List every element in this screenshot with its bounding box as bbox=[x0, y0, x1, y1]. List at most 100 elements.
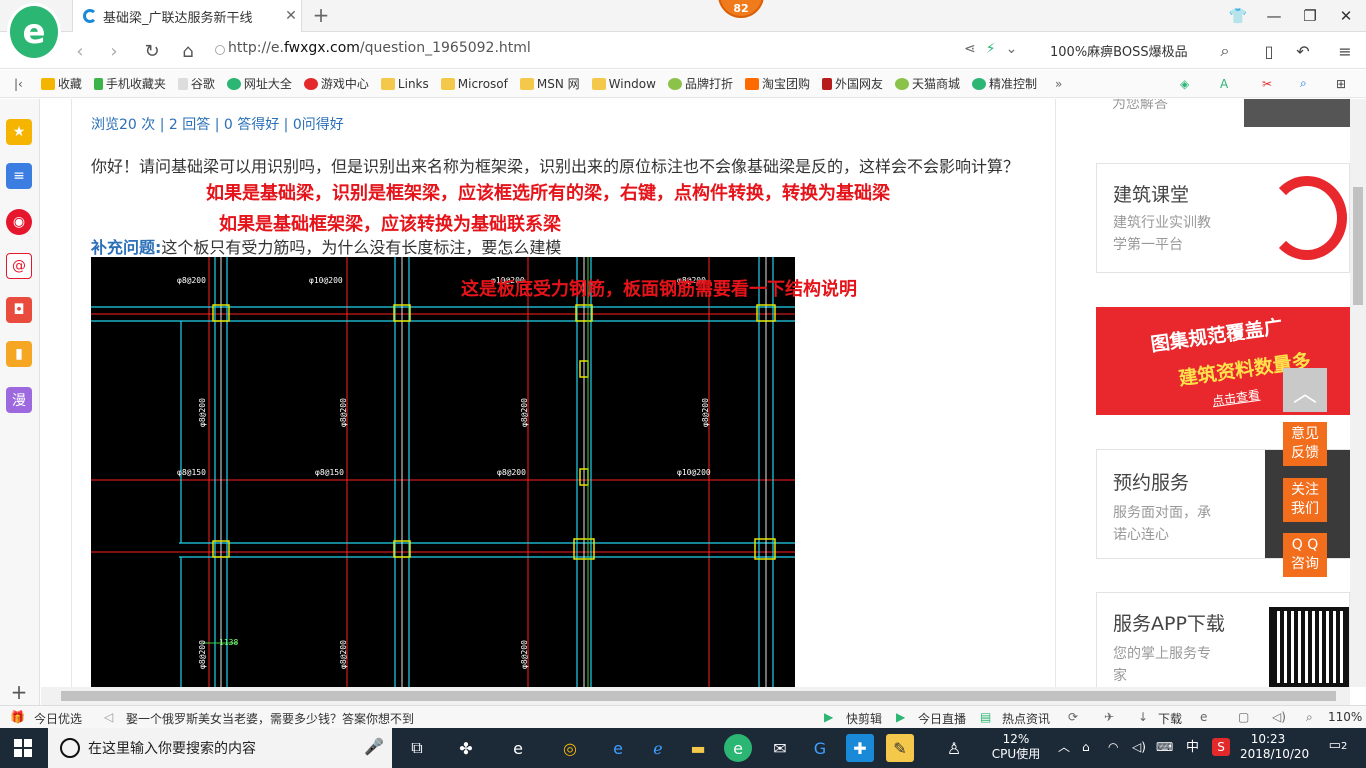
horizontal-scrollbar[interactable] bbox=[41, 687, 1350, 705]
book-icon[interactable]: ▮ bbox=[6, 341, 32, 367]
active-browser-icon[interactable]: e bbox=[724, 734, 752, 762]
mail-icon[interactable]: @ bbox=[6, 253, 32, 279]
quick-cut[interactable]: 快剪辑 bbox=[846, 710, 882, 727]
ime-indicator[interactable]: 中 bbox=[1186, 740, 1199, 755]
taskbar-search[interactable]: 在这里输入你要搜索的内容 🎤 bbox=[48, 728, 392, 768]
clock[interactable]: 10:23 2018/10/20 bbox=[1240, 732, 1309, 762]
zoom-icon[interactable]: ⌕ bbox=[1306, 710, 1313, 725]
qq-consult-button[interactable]: Q Q 咨询 bbox=[1283, 533, 1327, 577]
question-stats[interactable]: 浏览20 次 | 2 回答 | 0 答得好 | 0问得好 bbox=[91, 114, 344, 134]
feedback-button[interactable]: 意见 反馈 bbox=[1283, 422, 1327, 466]
vertical-scrollbar[interactable] bbox=[1350, 99, 1366, 687]
bookmark-taobao[interactable]: 淘宝团购 bbox=[744, 75, 810, 92]
glodon-app-icon[interactable]: G bbox=[806, 734, 834, 762]
card-building-class[interactable]: 建筑课堂 建筑行业实训教 学第一平台 bbox=[1096, 163, 1350, 273]
bookmark-brand-sale[interactable]: 品牌打折 bbox=[667, 75, 733, 92]
today-picks[interactable]: 今日优选 bbox=[34, 710, 82, 727]
tab-active[interactable]: 基础梁_广联达服务新干线 ✕ bbox=[72, 0, 302, 32]
favorites-star-icon[interactable]: ★ bbox=[6, 119, 32, 145]
tray-expand-icon[interactable]: ︿ bbox=[1058, 740, 1070, 755]
task-view-icon[interactable]: ⧉ bbox=[403, 734, 431, 762]
sogou-ime-icon[interactable]: S bbox=[1212, 738, 1230, 756]
bookmark-msn[interactable]: MSN 网 bbox=[519, 75, 580, 92]
bookmark-mobile[interactable]: 手机收藏夹 bbox=[93, 75, 166, 92]
volume-tray-icon[interactable]: ◁) bbox=[1132, 740, 1146, 755]
start-button[interactable] bbox=[0, 728, 46, 768]
game-controller-icon[interactable]: ◘ bbox=[6, 297, 32, 323]
pinwheel-app-icon[interactable]: ✤ bbox=[452, 734, 480, 762]
bookmark-microsoft[interactable]: Microsof bbox=[440, 77, 508, 91]
microphone-icon[interactable]: 🎤 bbox=[364, 737, 384, 756]
quick-cut-icon[interactable]: ▶ bbox=[824, 710, 833, 724]
menu-icon[interactable]: ≡ bbox=[1334, 40, 1356, 62]
bookmark-precise[interactable]: 精准控制 bbox=[972, 75, 1037, 92]
bookmark-games[interactable]: 游戏中心 bbox=[303, 75, 369, 92]
cad-drawing-image[interactable]: φ8@200 φ10@200 φ10@200 φ8@200 φ8@150 φ8@… bbox=[91, 257, 795, 687]
bookmark-favorites[interactable]: 收藏 bbox=[40, 75, 82, 92]
card-app-download[interactable]: 服务APP下载 您的掌上服务专 家 bbox=[1096, 592, 1350, 687]
back-to-top-button[interactable]: ︿ bbox=[1283, 368, 1327, 412]
notification-badge[interactable]: 82 bbox=[718, 0, 764, 18]
bookmark-google[interactable]: 谷歌 bbox=[177, 75, 215, 92]
download-icon[interactable]: ↓ bbox=[1138, 710, 1148, 724]
live-icon[interactable]: ▶ bbox=[896, 710, 905, 724]
shirt-skin-icon[interactable]: 👕 bbox=[1220, 0, 1256, 32]
pin-icon[interactable]: ✈ bbox=[1104, 710, 1114, 724]
horizontal-scroll-thumb[interactable] bbox=[61, 691, 1336, 701]
cpu-meter[interactable]: 12% CPU使用 bbox=[990, 732, 1042, 762]
file-explorer-icon[interactable]: ▬ bbox=[684, 734, 712, 762]
zoom-level[interactable]: 110% bbox=[1328, 710, 1362, 724]
bookmark-sites[interactable]: 网址大全 bbox=[226, 75, 292, 92]
magnifier-icon[interactable]: ⌕ bbox=[1300, 76, 1307, 91]
lightning-icon[interactable]: ⚡ bbox=[986, 41, 996, 57]
restore-button[interactable]: ❐ bbox=[1292, 0, 1328, 32]
hot-news[interactable]: 热点资讯 bbox=[1002, 710, 1050, 727]
search-box[interactable]: 100%麻痹BOSS爆极品 bbox=[1050, 41, 1188, 60]
news-list-icon[interactable]: ≡ bbox=[6, 163, 32, 189]
bookmark-foreign[interactable]: 外国网友 bbox=[822, 75, 883, 92]
today-live[interactable]: 今日直播 bbox=[918, 710, 966, 727]
window-icon[interactable]: ▢ bbox=[1238, 710, 1249, 724]
ie-mode-icon[interactable]: e bbox=[1200, 710, 1207, 724]
home-icon[interactable]: ⌂ bbox=[174, 39, 202, 63]
vertical-scroll-thumb[interactable] bbox=[1353, 187, 1363, 305]
wifi-icon[interactable]: ◠ bbox=[1108, 740, 1118, 755]
edge-app-icon[interactable]: e bbox=[504, 734, 532, 762]
new-tab-button[interactable]: + bbox=[310, 4, 332, 26]
more-bookmarks-icon[interactable]: » bbox=[1055, 77, 1062, 91]
ie-browser-icon[interactable]: ℯ bbox=[644, 734, 672, 762]
apps-icon[interactable]: ⊞ bbox=[1336, 77, 1346, 91]
keyboard-icon[interactable]: ⌨ bbox=[1156, 740, 1173, 755]
hot-news-icon[interactable]: ▤ bbox=[980, 710, 991, 724]
chevron-down-icon[interactable]: ⌄ bbox=[1006, 41, 1018, 57]
mail-app-icon[interactable]: ✉ bbox=[766, 734, 794, 762]
browser-logo-icon[interactable]: e bbox=[10, 6, 58, 58]
bookmark-tmall[interactable]: 天猫商城 bbox=[895, 75, 960, 92]
add-sidebar-icon[interactable]: + bbox=[6, 679, 32, 705]
news-ticker[interactable]: 娶一个俄罗斯美女当老婆，需要多少钱？答案你想不到 bbox=[126, 710, 414, 727]
minimize-button[interactable]: — bbox=[1256, 0, 1292, 32]
share-icon[interactable]: ⋖ bbox=[964, 41, 976, 57]
history-icon[interactable]: ⟳ bbox=[1068, 710, 1078, 724]
page-info-icon[interactable] bbox=[215, 45, 225, 55]
undo-icon[interactable]: ↶ bbox=[1292, 40, 1314, 62]
bookmark-windows[interactable]: Window bbox=[591, 77, 656, 91]
comic-icon[interactable]: 漫 bbox=[6, 387, 32, 413]
volume-icon[interactable]: ◁) bbox=[1272, 710, 1286, 724]
notepad-app-icon[interactable]: ✎ bbox=[886, 734, 914, 762]
forward-icon[interactable]: › bbox=[100, 39, 128, 63]
sidebar-toggle-icon[interactable]: |‹ bbox=[14, 77, 23, 91]
gift-icon[interactable]: 🎁 bbox=[10, 710, 25, 724]
search-icon[interactable]: ⌕ bbox=[1214, 40, 1236, 62]
news-prev-icon[interactable]: ◁ bbox=[104, 710, 113, 724]
weibo-icon[interactable]: ◉ bbox=[6, 209, 32, 235]
shield-icon[interactable]: ◈ bbox=[1180, 77, 1189, 91]
refresh-icon[interactable]: ↻ bbox=[138, 39, 166, 63]
people-icon[interactable]: ♙ bbox=[940, 734, 968, 762]
phone-icon[interactable]: ▯ bbox=[1258, 40, 1280, 62]
scissors-icon[interactable]: ✂ bbox=[1262, 77, 1272, 91]
edge-browser-icon[interactable]: e bbox=[604, 734, 632, 762]
translate-icon[interactable]: A bbox=[1220, 77, 1228, 91]
back-icon[interactable]: ‹ bbox=[66, 39, 94, 63]
follow-us-button[interactable]: 关注 我们 bbox=[1283, 478, 1327, 522]
